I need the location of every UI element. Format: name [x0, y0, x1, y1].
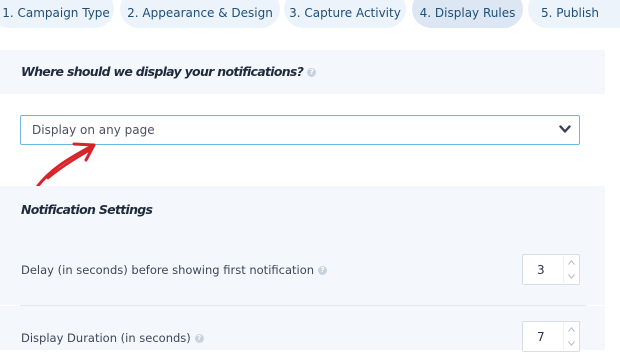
- tab-label: 1. Campaign Type: [2, 6, 110, 20]
- tab-appearance-design[interactable]: 2. Appearance & Design: [120, 0, 280, 28]
- tab-campaign-type[interactable]: 1. Campaign Type: [0, 0, 114, 28]
- delay-label-text: Delay (in seconds) before showing first …: [21, 263, 315, 277]
- duration-value: 7: [537, 330, 545, 344]
- select-value: Display on any page: [32, 123, 155, 137]
- display-section-title-text: Where should we display your notificatio…: [21, 64, 304, 79]
- duration-spinner[interactable]: [563, 323, 578, 350]
- duration-number-input[interactable]: 7: [522, 321, 580, 352]
- tab-label: 4. Display Rules: [419, 6, 516, 20]
- help-icon[interactable]: ?: [318, 266, 328, 275]
- duration-label: Display Duration (in seconds)?: [21, 331, 204, 345]
- spinner-up-icon[interactable]: [567, 260, 575, 266]
- tab-publish[interactable]: 5. Publish: [528, 0, 620, 28]
- wizard-tabs: 1. Campaign Type 2. Appearance & Design …: [0, 0, 620, 30]
- spinner-down-icon[interactable]: [567, 273, 575, 279]
- help-icon[interactable]: ?: [307, 68, 317, 77]
- delay-value: 3: [537, 263, 545, 277]
- delay-spinner[interactable]: [563, 256, 578, 283]
- tab-label: 5. Publish: [541, 6, 600, 20]
- display-section-title: Where should we display your notificatio…: [21, 64, 317, 79]
- delay-label: Delay (in seconds) before showing first …: [21, 263, 328, 277]
- display-section-header: Where should we display your notificatio…: [0, 50, 605, 94]
- help-icon[interactable]: ?: [194, 334, 204, 343]
- notification-settings-title: Notification Settings: [21, 202, 153, 217]
- delay-setting-row: Delay (in seconds) before showing first …: [0, 232, 605, 305]
- duration-label-text: Display Duration (in seconds): [21, 331, 191, 345]
- chevron-down-icon: [559, 125, 571, 133]
- tab-capture-activity[interactable]: 3. Capture Activity: [284, 0, 406, 28]
- spinner-down-icon[interactable]: [567, 340, 575, 346]
- spinner-up-icon[interactable]: [567, 327, 575, 333]
- tab-label: 2. Appearance & Design: [127, 6, 273, 20]
- tab-label: 3. Capture Activity: [289, 6, 401, 20]
- duration-setting-row: Display Duration (in seconds)? 7: [0, 306, 605, 352]
- tab-display-rules[interactable]: 4. Display Rules: [412, 0, 523, 28]
- delay-number-input[interactable]: 3: [522, 254, 580, 285]
- notification-settings-header: Notification Settings: [0, 186, 605, 232]
